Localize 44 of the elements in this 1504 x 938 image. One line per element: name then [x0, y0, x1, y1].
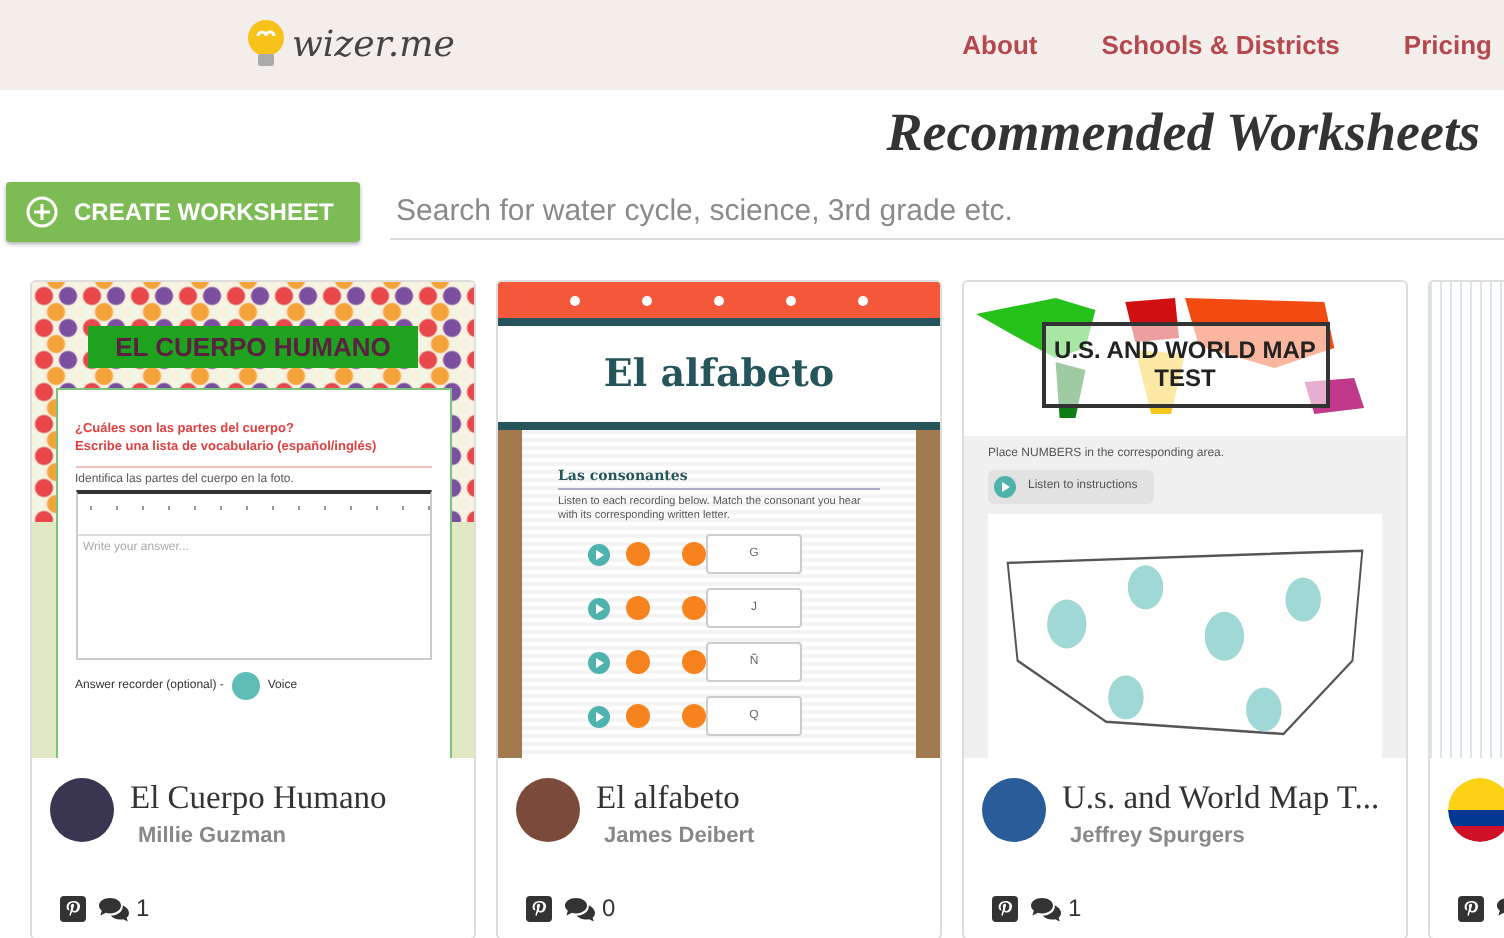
match-dot	[682, 650, 706, 675]
play-icon	[588, 651, 610, 674]
avatar	[1448, 778, 1504, 842]
comments-icon[interactable]	[564, 895, 598, 921]
play-icon	[588, 597, 610, 620]
play-icon	[588, 543, 610, 566]
match-dot	[682, 542, 706, 567]
match-dot	[626, 542, 650, 567]
author-name: James Deibert	[602, 824, 757, 848]
worksheet-card[interactable]	[30, 280, 476, 938]
nav-link[interactable]: About	[962, 30, 1038, 60]
pinterest-icon[interactable]	[992, 895, 1018, 921]
comment-count: 0	[602, 894, 616, 922]
avatar	[982, 778, 1046, 842]
logo-text[interactable]: wizer.me	[292, 24, 455, 66]
avatar	[516, 778, 580, 842]
match-dot	[626, 650, 650, 675]
pinterest-icon[interactable]	[60, 895, 86, 921]
worksheet-title[interactable]: El alfabeto	[596, 778, 920, 818]
lightbulb-icon	[246, 19, 286, 71]
play-icon	[994, 475, 1016, 498]
author-name: Jeffrey Spurgers	[1068, 824, 1247, 848]
comments-icon[interactable]	[98, 895, 132, 921]
match-dot	[682, 704, 706, 729]
match-dot	[626, 704, 650, 729]
avatar	[50, 778, 114, 842]
match-dot	[682, 596, 706, 621]
plus-circle-icon	[26, 196, 58, 228]
worksheet-heading: EL CUERPO HUMANO	[87, 326, 419, 368]
page-title: Recommended Worksheets	[886, 102, 1480, 166]
pinterest-icon[interactable]	[526, 895, 552, 921]
play-icon	[588, 705, 610, 728]
comment-count: 1	[1068, 894, 1082, 922]
comments-icon[interactable]	[1030, 895, 1064, 921]
worksheet-heading: U.S. AND WORLD MAP TEST	[1041, 322, 1329, 408]
worksheet-title[interactable]: U.s. and World Map T...	[1062, 778, 1386, 818]
match-dot	[626, 596, 650, 621]
nav-link[interactable]: Pricing	[1403, 30, 1492, 60]
comment-count: 1	[136, 894, 150, 922]
worksheet-heading: El alfabeto	[498, 326, 940, 430]
worksheet-title[interactable]: El Cuerpo Humano	[130, 778, 454, 818]
pinterest-icon[interactable]	[1458, 896, 1484, 922]
nav-link[interactable]: Schools & Districts	[1101, 30, 1340, 60]
author-name: Millie Guzman	[136, 824, 288, 848]
